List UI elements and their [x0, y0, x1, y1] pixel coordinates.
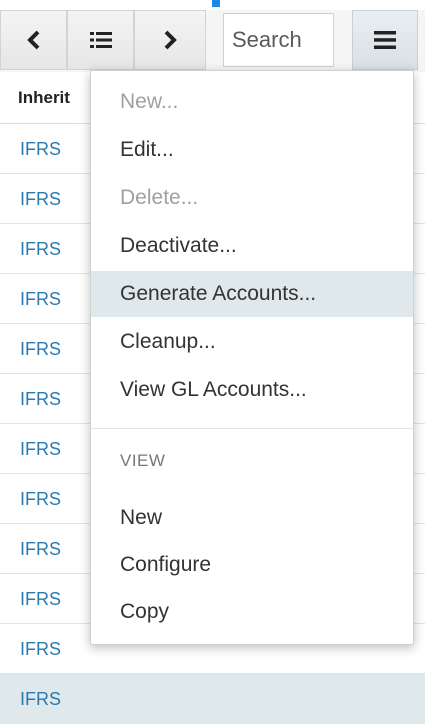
previous-button[interactable] [0, 10, 67, 70]
chevron-left-icon [26, 30, 39, 50]
list-view-button[interactable] [67, 10, 134, 70]
actions-dropdown-menu: New... Edit... Delete... Deactivate... G… [90, 70, 414, 645]
search-input[interactable] [223, 13, 334, 67]
menu-item-delete: Delete... [120, 186, 199, 209]
menu-button[interactable] [352, 10, 418, 70]
hamburger-menu-icon [374, 31, 396, 49]
menu-item-deactivate[interactable]: Deactivate... [91, 223, 413, 269]
menu-item-view-new[interactable]: New [91, 495, 413, 541]
menu-item-edit[interactable]: Edit... [91, 127, 413, 173]
menu-item-view-copy[interactable]: Copy [91, 589, 413, 635]
next-button[interactable] [134, 10, 206, 70]
menu-item-view-configure[interactable]: Configure [91, 542, 413, 588]
menu-item-view-gl-accounts[interactable]: View GL Accounts... [91, 367, 413, 413]
active-indicator [212, 0, 220, 7]
table-row-selected[interactable]: IFRS [0, 674, 425, 724]
menu-item-new: New... [120, 90, 179, 113]
menu-item-cleanup[interactable]: Cleanup... [91, 319, 413, 365]
toolbar [0, 10, 425, 72]
list-icon [89, 32, 112, 48]
menu-divider [91, 428, 413, 429]
menu-section-view-heading: VIEW [120, 451, 166, 470]
chevron-right-icon [164, 30, 177, 50]
menu-item-generate-accounts[interactable]: Generate Accounts... [91, 271, 413, 317]
